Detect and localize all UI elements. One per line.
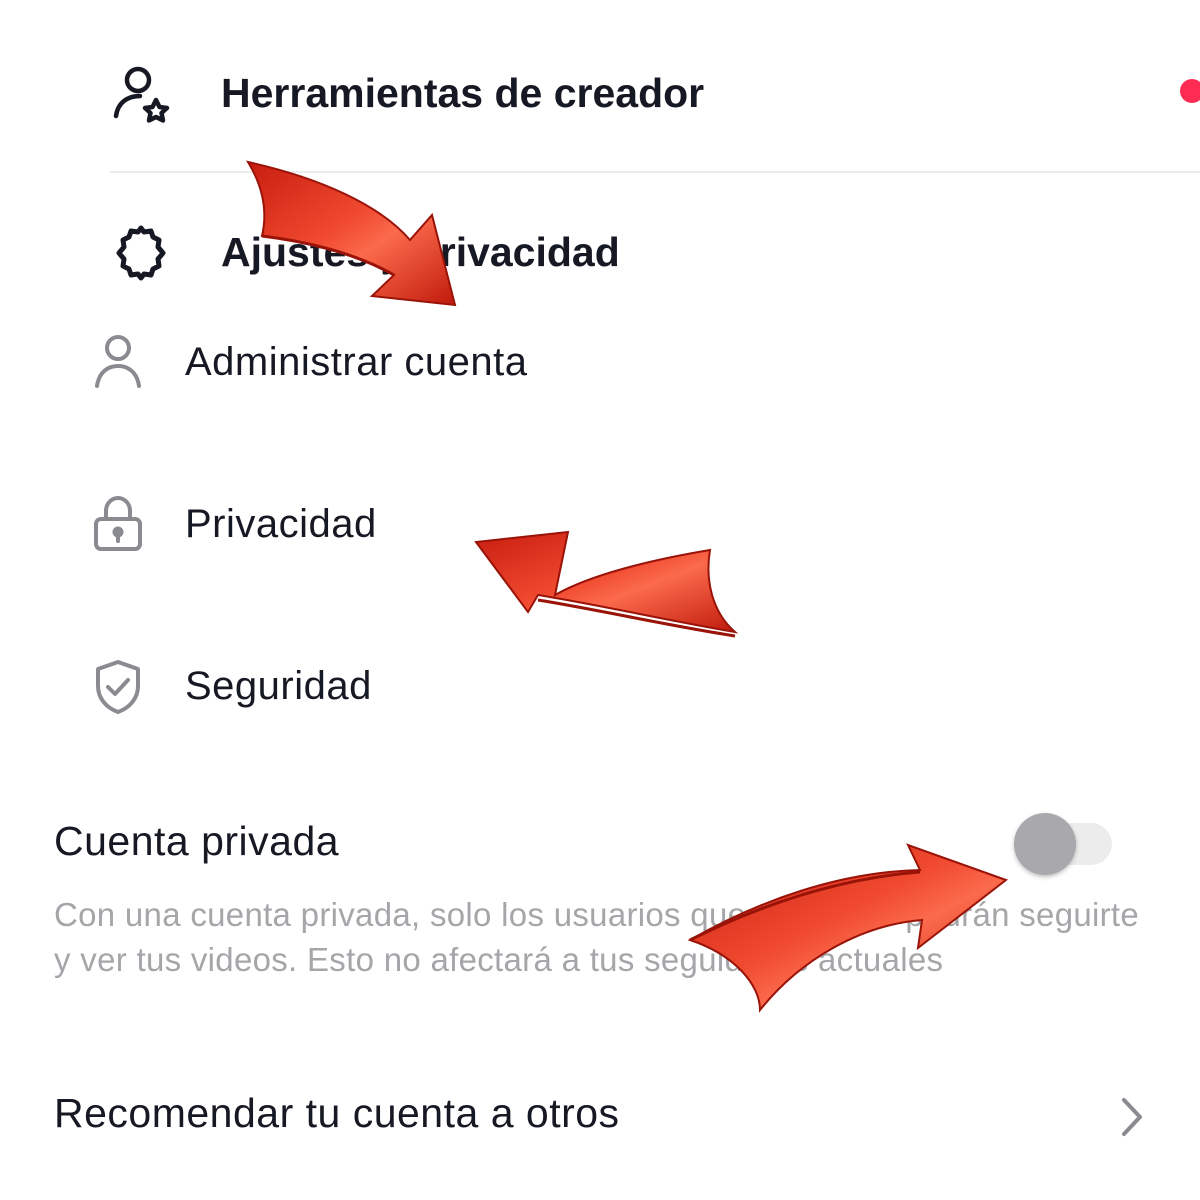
person-icon bbox=[92, 334, 144, 390]
menu-item-label: Privacidad bbox=[185, 502, 377, 546]
toggle-knob bbox=[1014, 813, 1076, 875]
gear-icon bbox=[110, 222, 172, 284]
lock-icon bbox=[92, 494, 144, 554]
creator-tools-label: Herramientas de creador bbox=[221, 70, 705, 116]
notification-dot bbox=[1180, 79, 1200, 103]
settings-privacy-label: Ajustes y privacidad bbox=[221, 229, 620, 275]
shield-check-icon bbox=[92, 658, 144, 716]
annotation-arrow-2 bbox=[474, 530, 739, 638]
menu-item-label: Administrar cuenta bbox=[185, 340, 528, 384]
person-star-icon bbox=[110, 64, 174, 128]
private-account-toggle[interactable] bbox=[1014, 813, 1114, 875]
recommend-account-label: Recomendar tu cuenta a otros bbox=[54, 1090, 620, 1136]
menu-item-label: Seguridad bbox=[185, 664, 372, 708]
chevron-right-icon bbox=[1112, 1092, 1152, 1147]
private-account-description: Con una cuenta privada, solo los usuario… bbox=[54, 896, 1140, 978]
private-account-label: Cuenta privada bbox=[54, 818, 340, 864]
annotation-arrows bbox=[245, 160, 1009, 1013]
divider bbox=[110, 171, 1200, 173]
